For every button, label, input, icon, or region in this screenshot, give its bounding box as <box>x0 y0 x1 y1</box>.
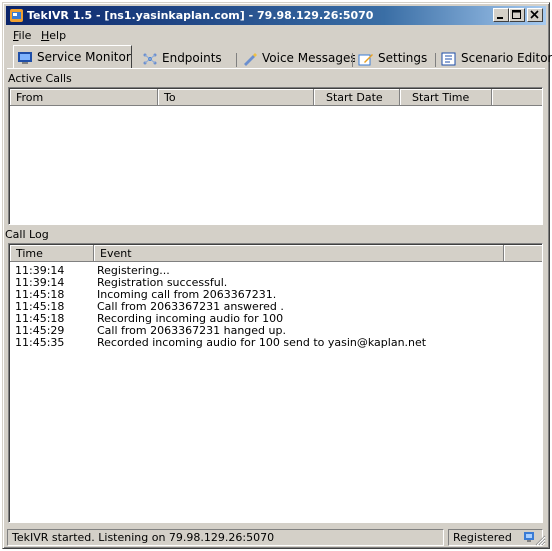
title-bar[interactable]: TekIVR 1.5 - [ns1.yasinkaplan.com] - 79.… <box>6 6 546 25</box>
column-header-start-date[interactable]: Start Date <box>314 89 400 106</box>
window-title: TekIVR 1.5 - [ns1.yasinkaplan.com] - 79.… <box>27 9 374 22</box>
column-header-to[interactable]: To <box>158 89 314 106</box>
active-calls-label: Active Calls <box>8 72 72 85</box>
column-header-start-time[interactable]: Start Time <box>400 89 492 106</box>
log-time: 11:45:35 <box>15 336 65 349</box>
resize-grip-icon[interactable] <box>535 535 546 546</box>
tab-voice-messages[interactable]: Voice Messages <box>239 48 357 68</box>
minimize-button[interactable] <box>493 8 509 22</box>
column-header-filler <box>504 245 542 262</box>
tab-settings[interactable]: Settings <box>355 48 434 68</box>
column-header-event[interactable]: Event <box>94 245 504 262</box>
maximize-button[interactable] <box>509 8 525 22</box>
close-icon <box>530 10 539 19</box>
tab-endpoints[interactable]: Endpoints <box>139 48 234 68</box>
column-header-time[interactable]: Time <box>10 245 94 262</box>
menu-bar: File Help <box>6 26 546 44</box>
settings-icon <box>358 53 373 65</box>
pen-icon <box>244 52 257 66</box>
tab-service-monitor[interactable]: Service Monitor <box>13 45 132 68</box>
registration-status-text: Registered <box>453 531 512 544</box>
app-window: TekIVR 1.5 - [ns1.yasinkaplan.com] - 79.… <box>2 2 552 549</box>
active-calls-list[interactable]: From To Start Date Start Time <box>8 87 543 225</box>
tab-separator <box>236 53 237 67</box>
scenario-icon <box>441 52 456 65</box>
menu-help[interactable]: Help <box>41 29 66 42</box>
tab-separator <box>352 53 353 67</box>
menu-file[interactable]: File <box>13 29 31 42</box>
network-icon <box>524 532 534 542</box>
tab-scenario-editor[interactable]: Scenario Editor <box>438 48 552 68</box>
tab-strip: Service Monitor Endpoints Voice Messages… <box>7 45 552 69</box>
monitor-icon <box>18 51 32 64</box>
status-bar: TekIVR started. Listening on 79.98.129.2… <box>7 527 547 547</box>
service-monitor-panel: Active Calls From To Start Date Start Ti… <box>5 68 545 546</box>
log-event: Recorded incoming audio for 100 send to … <box>97 336 427 349</box>
registration-status: Registered <box>448 529 543 546</box>
status-message: TekIVR started. Listening on 79.98.129.2… <box>7 529 444 546</box>
maximize-icon <box>512 10 521 19</box>
column-header-filler <box>492 89 542 106</box>
close-button[interactable] <box>527 8 543 22</box>
call-log-label: Call Log <box>5 228 49 241</box>
column-header-from[interactable]: From <box>10 89 158 106</box>
endpoints-icon <box>143 53 157 64</box>
tab-separator <box>435 53 436 67</box>
app-icon <box>10 9 23 22</box>
call-log-list[interactable]: Time Event 11:39:14 Registering... 11:39:1… <box>8 243 543 523</box>
minimize-icon <box>497 17 503 19</box>
